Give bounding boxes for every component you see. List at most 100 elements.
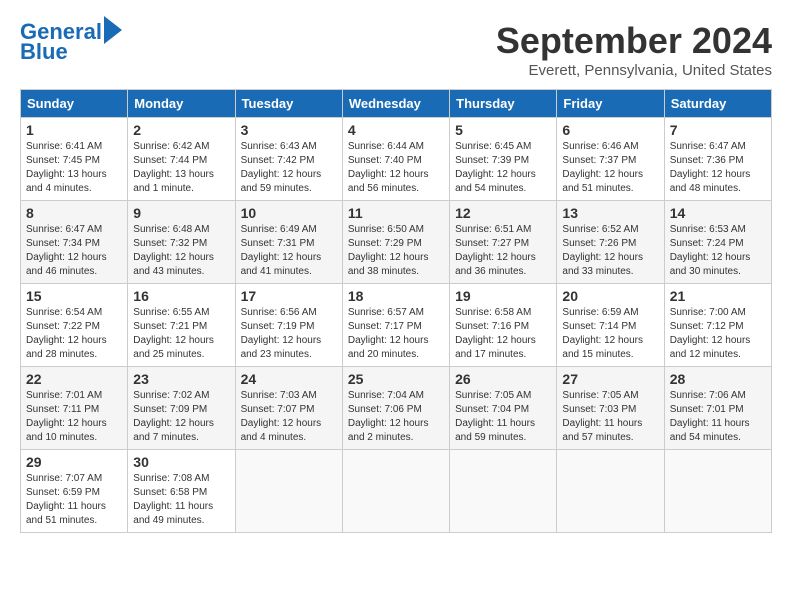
day-info: Sunrise: 7:02 AM Sunset: 7:09 PM Dayligh…	[133, 389, 229, 445]
day-header-thursday: Thursday	[450, 90, 557, 118]
day-info: Sunrise: 6:56 AM Sunset: 7:19 PM Dayligh…	[241, 306, 337, 362]
day-info: Sunrise: 6:49 AM Sunset: 7:31 PM Dayligh…	[241, 223, 337, 279]
day-number: 30	[133, 454, 229, 470]
day-info: Sunrise: 6:58 AM Sunset: 7:16 PM Dayligh…	[455, 306, 551, 362]
day-info: Sunrise: 6:59 AM Sunset: 7:14 PM Dayligh…	[562, 306, 658, 362]
day-number: 12	[455, 205, 551, 221]
day-number: 6	[562, 122, 658, 138]
day-info: Sunrise: 7:03 AM Sunset: 7:07 PM Dayligh…	[241, 389, 337, 445]
calendar-table: SundayMondayTuesdayWednesdayThursdayFrid…	[20, 89, 772, 533]
calendar-cell: 8Sunrise: 6:47 AM Sunset: 7:34 PM Daylig…	[21, 201, 128, 284]
day-number: 14	[670, 205, 766, 221]
calendar-cell: 2 Sunrise: 6:42 AM Sunset: 7:44 PM Daylig…	[128, 118, 235, 201]
day-info: Sunrise: 7:01 AM Sunset: 7:11 PM Dayligh…	[26, 389, 122, 445]
day-info: Sunrise: 6:53 AM Sunset: 7:24 PM Dayligh…	[670, 223, 766, 279]
day-number: 26	[455, 371, 551, 387]
day-info: Sunrise: 7:05 AM Sunset: 7:04 PM Dayligh…	[455, 389, 551, 445]
day-info: Sunrise: 6:48 AM Sunset: 7:32 PM Dayligh…	[133, 223, 229, 279]
calendar-cell: 19Sunrise: 6:58 AM Sunset: 7:16 PM Dayli…	[450, 284, 557, 367]
logo-blue-text: Blue	[20, 40, 68, 64]
day-number: 3	[241, 122, 337, 138]
day-number: 16	[133, 288, 229, 304]
day-info: Sunrise: 6:52 AM Sunset: 7:26 PM Dayligh…	[562, 223, 658, 279]
calendar-cell: 1 Sunrise: 6:41 AM Sunset: 7:45 PM Daylig…	[21, 118, 128, 201]
location-title: Everett, Pennsylvania, United States	[496, 62, 772, 79]
day-info: Sunrise: 6:50 AM Sunset: 7:29 PM Dayligh…	[348, 223, 444, 279]
day-info: Sunrise: 7:07 AM Sunset: 6:59 PM Dayligh…	[26, 472, 122, 528]
calendar-cell: 18 Sunrise: 6:57 AM Sunset: 7:17 PM Dayli…	[342, 284, 449, 367]
calendar-cell: 17 Sunrise: 6:56 AM Sunset: 7:19 PM Dayli…	[235, 284, 342, 367]
calendar-cell: 30 Sunrise: 7:08 AM Sunset: 6:58 PM Dayli…	[128, 450, 235, 533]
day-number: 10	[241, 205, 337, 221]
calendar-cell: 24 Sunrise: 7:03 AM Sunset: 7:07 PM Dayli…	[235, 367, 342, 450]
calendar-cell: 26 Sunrise: 7:05 AM Sunset: 7:04 PM Dayli…	[450, 367, 557, 450]
calendar-cell: 12 Sunrise: 6:51 AM Sunset: 7:27 PM Dayli…	[450, 201, 557, 284]
day-number: 5	[455, 122, 551, 138]
day-header-friday: Friday	[557, 90, 664, 118]
day-header-wednesday: Wednesday	[342, 90, 449, 118]
day-number: 25	[348, 371, 444, 387]
day-info: Sunrise: 7:05 AM Sunset: 7:03 PM Dayligh…	[562, 389, 658, 445]
day-header-monday: Monday	[128, 90, 235, 118]
day-number: 4	[348, 122, 444, 138]
day-info: Sunrise: 6:41 AM Sunset: 7:45 PM Dayligh…	[26, 140, 122, 196]
day-number: 7	[670, 122, 766, 138]
day-number: 2	[133, 122, 229, 138]
calendar-cell: 10 Sunrise: 6:49 AM Sunset: 7:31 PM Dayli…	[235, 201, 342, 284]
calendar-cell: 23Sunrise: 7:02 AM Sunset: 7:09 PM Dayli…	[128, 367, 235, 450]
day-info: Sunrise: 6:46 AM Sunset: 7:37 PM Dayligh…	[562, 140, 658, 196]
day-info: Sunrise: 7:04 AM Sunset: 7:06 PM Dayligh…	[348, 389, 444, 445]
calendar-cell	[557, 450, 664, 533]
day-info: Sunrise: 6:43 AM Sunset: 7:42 PM Dayligh…	[241, 140, 337, 196]
day-number: 21	[670, 288, 766, 304]
calendar-cell: 11 Sunrise: 6:50 AM Sunset: 7:29 PM Dayli…	[342, 201, 449, 284]
day-number: 18	[348, 288, 444, 304]
day-info: Sunrise: 6:51 AM Sunset: 7:27 PM Dayligh…	[455, 223, 551, 279]
calendar-cell: 13 Sunrise: 6:52 AM Sunset: 7:26 PM Dayli…	[557, 201, 664, 284]
calendar-cell: 22Sunrise: 7:01 AM Sunset: 7:11 PM Dayli…	[21, 367, 128, 450]
month-title: September 2024	[496, 20, 772, 62]
calendar-cell: 6 Sunrise: 6:46 AM Sunset: 7:37 PM Daylig…	[557, 118, 664, 201]
day-number: 20	[562, 288, 658, 304]
calendar-cell: 21 Sunrise: 7:00 AM Sunset: 7:12 PM Dayli…	[664, 284, 771, 367]
header: General Blue September 2024 Everett, Pen…	[20, 20, 772, 79]
day-info: Sunrise: 6:45 AM Sunset: 7:39 PM Dayligh…	[455, 140, 551, 196]
day-number: 28	[670, 371, 766, 387]
logo: General Blue	[20, 20, 122, 64]
day-number: 24	[241, 371, 337, 387]
day-number: 11	[348, 205, 444, 221]
calendar-cell: 4 Sunrise: 6:44 AM Sunset: 7:40 PM Daylig…	[342, 118, 449, 201]
day-number: 29	[26, 454, 122, 470]
day-header-saturday: Saturday	[664, 90, 771, 118]
calendar-cell	[664, 450, 771, 533]
calendar-cell	[450, 450, 557, 533]
day-header-tuesday: Tuesday	[235, 90, 342, 118]
day-number: 17	[241, 288, 337, 304]
day-number: 27	[562, 371, 658, 387]
day-info: Sunrise: 6:42 AM Sunset: 7:44 PM Dayligh…	[133, 140, 229, 196]
calendar-cell: 15Sunrise: 6:54 AM Sunset: 7:22 PM Dayli…	[21, 284, 128, 367]
day-number: 1	[26, 122, 122, 138]
calendar-cell: 9 Sunrise: 6:48 AM Sunset: 7:32 PM Daylig…	[128, 201, 235, 284]
day-header-sunday: Sunday	[21, 90, 128, 118]
day-info: Sunrise: 7:00 AM Sunset: 7:12 PM Dayligh…	[670, 306, 766, 362]
day-number: 13	[562, 205, 658, 221]
day-info: Sunrise: 6:54 AM Sunset: 7:22 PM Dayligh…	[26, 306, 122, 362]
calendar-cell: 5 Sunrise: 6:45 AM Sunset: 7:39 PM Daylig…	[450, 118, 557, 201]
day-number: 9	[133, 205, 229, 221]
calendar-cell: 3 Sunrise: 6:43 AM Sunset: 7:42 PM Daylig…	[235, 118, 342, 201]
day-info: Sunrise: 6:44 AM Sunset: 7:40 PM Dayligh…	[348, 140, 444, 196]
calendar-cell: 29 Sunrise: 7:07 AM Sunset: 6:59 PM Dayli…	[21, 450, 128, 533]
calendar-cell: 14 Sunrise: 6:53 AM Sunset: 7:24 PM Dayli…	[664, 201, 771, 284]
day-info: Sunrise: 6:47 AM Sunset: 7:34 PM Dayligh…	[26, 223, 122, 279]
calendar-cell: 20 Sunrise: 6:59 AM Sunset: 7:14 PM Dayli…	[557, 284, 664, 367]
calendar-cell: 27 Sunrise: 7:05 AM Sunset: 7:03 PM Dayli…	[557, 367, 664, 450]
day-info: Sunrise: 7:06 AM Sunset: 7:01 PM Dayligh…	[670, 389, 766, 445]
day-info: Sunrise: 7:08 AM Sunset: 6:58 PM Dayligh…	[133, 472, 229, 528]
calendar-cell	[342, 450, 449, 533]
day-info: Sunrise: 6:57 AM Sunset: 7:17 PM Dayligh…	[348, 306, 444, 362]
calendar-cell	[235, 450, 342, 533]
title-area: September 2024 Everett, Pennsylvania, Un…	[496, 20, 772, 79]
day-info: Sunrise: 6:55 AM Sunset: 7:21 PM Dayligh…	[133, 306, 229, 362]
logo-arrow-icon	[104, 16, 122, 44]
